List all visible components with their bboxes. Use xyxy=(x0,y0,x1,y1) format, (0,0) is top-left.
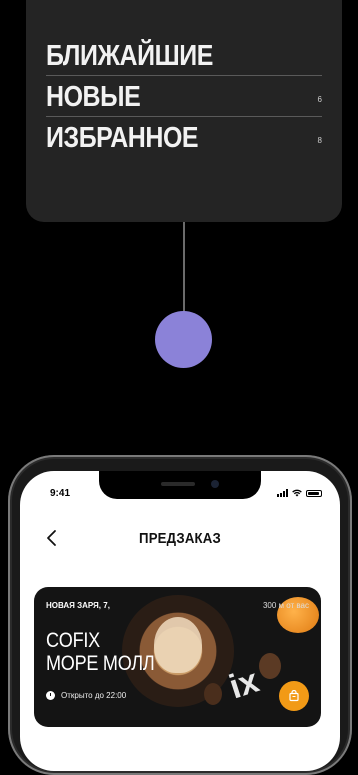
bag-icon xyxy=(289,690,299,702)
coffee-bean-image xyxy=(204,683,222,705)
shop-name-line1: COFIX xyxy=(46,629,100,652)
phone-screen: 9:41 ПРЕДЗАКАЗ ix НОВАЯ ЗАРЯ, 7, 300 м о… xyxy=(20,471,340,771)
shop-hours: Открыто до 22:00 xyxy=(46,691,126,700)
speaker xyxy=(161,482,195,486)
shop-distance: 300 м от вас xyxy=(262,601,309,610)
filter-menu-card: БЛИЖАЙШИЕ НОВЫЕ 6 ИЗБРАННОЕ 8 xyxy=(26,0,342,222)
latte-art-image xyxy=(154,617,202,673)
camera xyxy=(211,480,219,488)
brand-mark-image: ix xyxy=(224,661,264,707)
wifi-icon xyxy=(292,489,302,497)
menu-item-nearest[interactable]: БЛИЖАЙШИЕ xyxy=(46,35,322,76)
clock-icon xyxy=(46,691,55,700)
coffee-bean-image xyxy=(259,653,281,679)
battery-icon xyxy=(306,489,322,497)
menu-item-favorites[interactable]: ИЗБРАННОЕ 8 xyxy=(46,117,322,157)
signal-icon xyxy=(277,489,288,497)
order-button[interactable] xyxy=(279,681,309,711)
menu-item-count: 6 xyxy=(317,95,322,104)
shop-name-line2: МОРЕ МОЛЛ xyxy=(46,652,155,675)
menu-item-count: 8 xyxy=(317,136,322,145)
shop-address: НОВАЯ ЗАРЯ, 7, xyxy=(46,601,110,610)
status-icons xyxy=(277,489,322,497)
connector-line xyxy=(183,222,185,312)
accent-dot xyxy=(155,311,212,368)
menu-item-label: ИЗБРАННОЕ xyxy=(46,122,199,154)
hours-text: Открыто до 22:00 xyxy=(61,691,127,700)
shop-name: COFIX МОРЕ МОЛЛ xyxy=(46,629,155,675)
menu-item-new[interactable]: НОВЫЕ 6 xyxy=(46,76,322,117)
menu-item-label: НОВЫЕ xyxy=(46,81,141,113)
status-time: 9:41 xyxy=(50,488,71,499)
filter-menu: БЛИЖАЙШИЕ НОВЫЕ 6 ИЗБРАННОЕ 8 xyxy=(46,35,322,157)
menu-item-label: БЛИЖАЙШИЕ xyxy=(46,40,213,72)
page-title: ПРЕДЗАКАЗ xyxy=(139,530,221,547)
shop-card[interactable]: ix НОВАЯ ЗАРЯ, 7, 300 м от вас COFIX МОР… xyxy=(34,587,321,727)
phone-notch xyxy=(99,471,261,499)
